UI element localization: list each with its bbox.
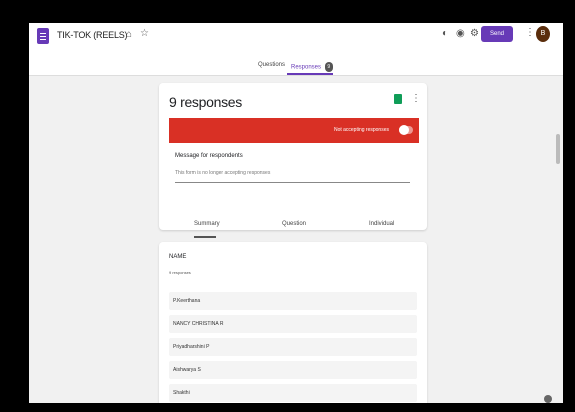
- list-item: NANCY CHRISTINA R: [169, 315, 417, 333]
- message-field[interactable]: This form is no longer accepting respons…: [175, 170, 410, 183]
- tab-question[interactable]: Question: [282, 221, 306, 227]
- help-icon[interactable]: [544, 395, 552, 403]
- tab-responses-label: Responses: [291, 64, 322, 71]
- question-title: NAME: [169, 254, 187, 260]
- active-tab-indicator: [287, 73, 333, 75]
- sheets-icon[interactable]: [394, 94, 402, 104]
- avatar[interactable]: B: [536, 26, 550, 42]
- browser-window: TIK-TOK (REELS) ⌂ ☆ ◐ ◉ ⚙ Send ⋮ B Quest…: [29, 23, 563, 403]
- more-options-icon[interactable]: ⋮: [411, 93, 421, 104]
- tab-questions[interactable]: Questions: [258, 62, 285, 68]
- responses-summary-card: 9 responses ⋮ Not accepting responses Me…: [159, 83, 427, 238]
- scrollbar[interactable]: [556, 134, 560, 164]
- screenshot-frame: TIK-TOK (REELS) ⌂ ☆ ◐ ◉ ⚙ Send ⋮ B Quest…: [0, 0, 575, 412]
- list-item: Priyadharshini P: [169, 338, 417, 356]
- google-forms-icon[interactable]: [37, 28, 49, 44]
- top-bar: TIK-TOK (REELS) ⌂ ☆ ◐ ◉ ⚙ Send ⋮ B: [29, 23, 563, 57]
- tab-individual[interactable]: Individual: [369, 221, 394, 227]
- accepting-responses-label: Not accepting responses: [333, 127, 389, 133]
- more-options-icon[interactable]: ⋮: [525, 27, 535, 38]
- send-button[interactable]: Send: [481, 26, 513, 42]
- list-item: Shakthi: [169, 384, 417, 402]
- form-title[interactable]: TIK-TOK (REELS): [57, 30, 128, 40]
- message-label: Message for respondents: [175, 153, 243, 159]
- gear-icon[interactable]: ⚙: [470, 28, 479, 39]
- active-subtab-indicator: [194, 236, 216, 238]
- star-icon[interactable]: ☆: [140, 28, 149, 39]
- accepting-responses-banner: Not accepting responses: [169, 118, 419, 143]
- page-title: 9 responses: [169, 94, 242, 110]
- question-response-count: 9 responses: [169, 270, 191, 275]
- form-tabs: Questions Responses 9: [29, 57, 563, 76]
- responses-count-badge: 9: [324, 62, 333, 72]
- folder-icon[interactable]: ⌂: [126, 29, 132, 40]
- tab-summary[interactable]: Summary: [194, 221, 220, 227]
- list-item: P.Keerthana: [169, 292, 417, 310]
- list-item: Aishwarya S: [169, 361, 417, 379]
- toggle-knob: [399, 125, 409, 135]
- palette-icon[interactable]: ◐: [442, 28, 448, 39]
- accepting-responses-toggle[interactable]: [399, 125, 413, 135]
- question-summary-card: NAME 9 responses P.Keerthana NANCY CHRIS…: [159, 242, 427, 403]
- tab-responses[interactable]: Responses 9: [291, 62, 333, 72]
- eye-icon[interactable]: ◉: [456, 28, 465, 39]
- main-content: 9 responses ⋮ Not accepting responses Me…: [29, 76, 563, 403]
